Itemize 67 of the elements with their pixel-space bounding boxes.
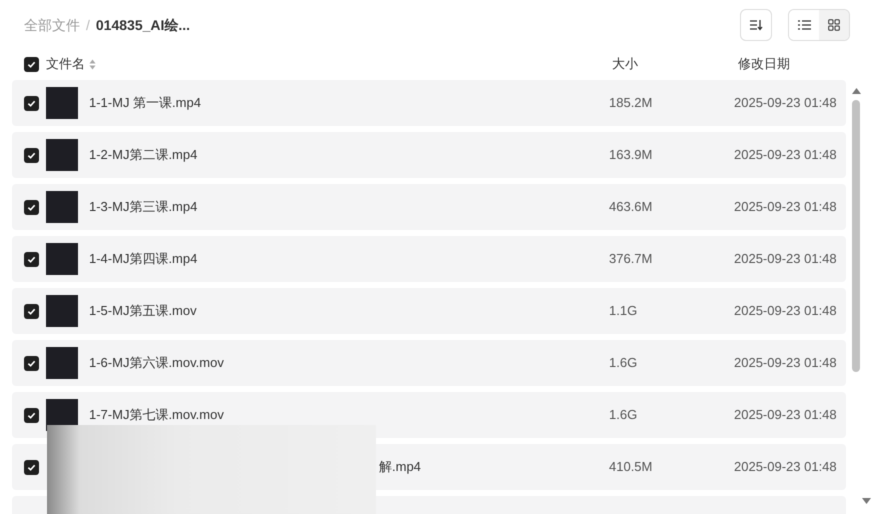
- file-name: 1-7-MJ第七课.mov.mov: [89, 406, 224, 424]
- modified-date: 2025-09-23 01:48: [733, 458, 837, 476]
- column-header: 大小: [611, 55, 639, 74]
- video-thumbnail: [46, 347, 78, 379]
- list-icon: [798, 20, 810, 30]
- check-icon: [27, 254, 36, 264]
- file-size: 185.2M: [608, 94, 654, 112]
- file-size: 1.1G: [608, 302, 638, 320]
- sort-icon: [749, 19, 763, 31]
- video-thumbnail: [46, 243, 78, 275]
- file-row[interactable]: 1-3-MJ第三课.mp4 463.6M 2025-09-23 01:48: [12, 184, 846, 230]
- checkbox[interactable]: [24, 148, 39, 162]
- checkbox[interactable]: [24, 96, 39, 110]
- modified-date: 2025-09-23 01:48: [733, 94, 837, 112]
- check-icon: [27, 358, 36, 368]
- file-row[interactable]: 1-6-MJ第六课.mov.mov 1.6G 2025-09-23 01:48: [12, 340, 846, 386]
- file-name: 1-6-MJ第六课.mov.mov: [89, 354, 224, 372]
- video-thumbnail: [46, 87, 78, 119]
- file-name: 1-1-MJ 第一课.mp4: [89, 94, 201, 112]
- file-size: 376.7M: [608, 250, 654, 268]
- file-size: 1.6G: [608, 354, 638, 372]
- modified-date: 2025-09-23 01:48: [733, 250, 837, 268]
- checkbox[interactable]: [24, 252, 39, 266]
- checkbox[interactable]: [24, 356, 39, 370]
- checkbox[interactable]: [24, 460, 39, 474]
- grid-icon: [828, 19, 840, 31]
- modified-date: 2025-09-23 01:48: [733, 302, 837, 320]
- check-icon: [27, 462, 36, 472]
- check-icon: [27, 410, 36, 420]
- file-row[interactable]: 1-2-MJ第二课.mp4 163.9M 2025-09-23 01:48: [12, 132, 846, 178]
- file-row[interactable]: 1-1-MJ 第一课.mp4 185.2M 2025-09-23 01:48: [12, 80, 846, 126]
- file-row[interactable]: 1-5-MJ第五课.mov 1.1G 2025-09-23 01:48: [12, 288, 846, 334]
- modified-date: 2025-09-23 01:48: [733, 146, 837, 164]
- breadcrumb-current: 014835_AI绘...: [96, 16, 190, 34]
- modified-date: 2025-09-23 01:48: [733, 406, 837, 424]
- file-row[interactable]: 1-4-MJ第四课.mp4 376.7M 2025-09-23 01:48: [12, 236, 846, 282]
- scroll-up-icon[interactable]: [852, 88, 860, 94]
- check-icon: [27, 150, 36, 160]
- checkbox[interactable]: [24, 200, 39, 214]
- scrollbar-thumb[interactable]: [852, 100, 860, 372]
- breadcrumb-separator: /: [86, 16, 90, 34]
- file-size: 463.6M: [608, 198, 654, 216]
- video-thumbnail: [46, 191, 78, 223]
- checkbox[interactable]: [24, 56, 39, 72]
- column-header: 修改日期: [737, 55, 790, 74]
- scroll-down-icon[interactable]: [862, 498, 871, 504]
- file-name: 解.mp4: [379, 458, 421, 476]
- file-size: 163.9M: [608, 146, 654, 164]
- file-name: 1-2-MJ第二课.mp4: [89, 146, 198, 164]
- column-header[interactable]: 文件名: [46, 54, 85, 74]
- check-icon: [27, 202, 36, 212]
- file-size: 1.6G: [608, 406, 638, 424]
- file-size: 410.5M: [608, 458, 654, 476]
- check-icon: [27, 60, 36, 68]
- file-name: 1-5-MJ第五课.mov: [89, 302, 197, 320]
- checkbox[interactable]: [24, 408, 39, 422]
- sort-button[interactable]: [740, 9, 772, 41]
- file-name: 1-4-MJ第四课.mp4: [89, 250, 198, 268]
- modified-date: 2025-09-23 01:48: [733, 198, 837, 216]
- video-thumbnail: [46, 295, 78, 327]
- check-icon: [27, 306, 36, 316]
- modified-date: 2025-09-23 01:48: [733, 354, 837, 372]
- check-icon: [27, 98, 36, 108]
- file-name: 1-3-MJ第三课.mp4: [89, 198, 198, 216]
- video-thumbnail: [46, 139, 78, 171]
- checkbox[interactable]: [24, 304, 39, 318]
- grid-view-button[interactable]: [819, 10, 849, 40]
